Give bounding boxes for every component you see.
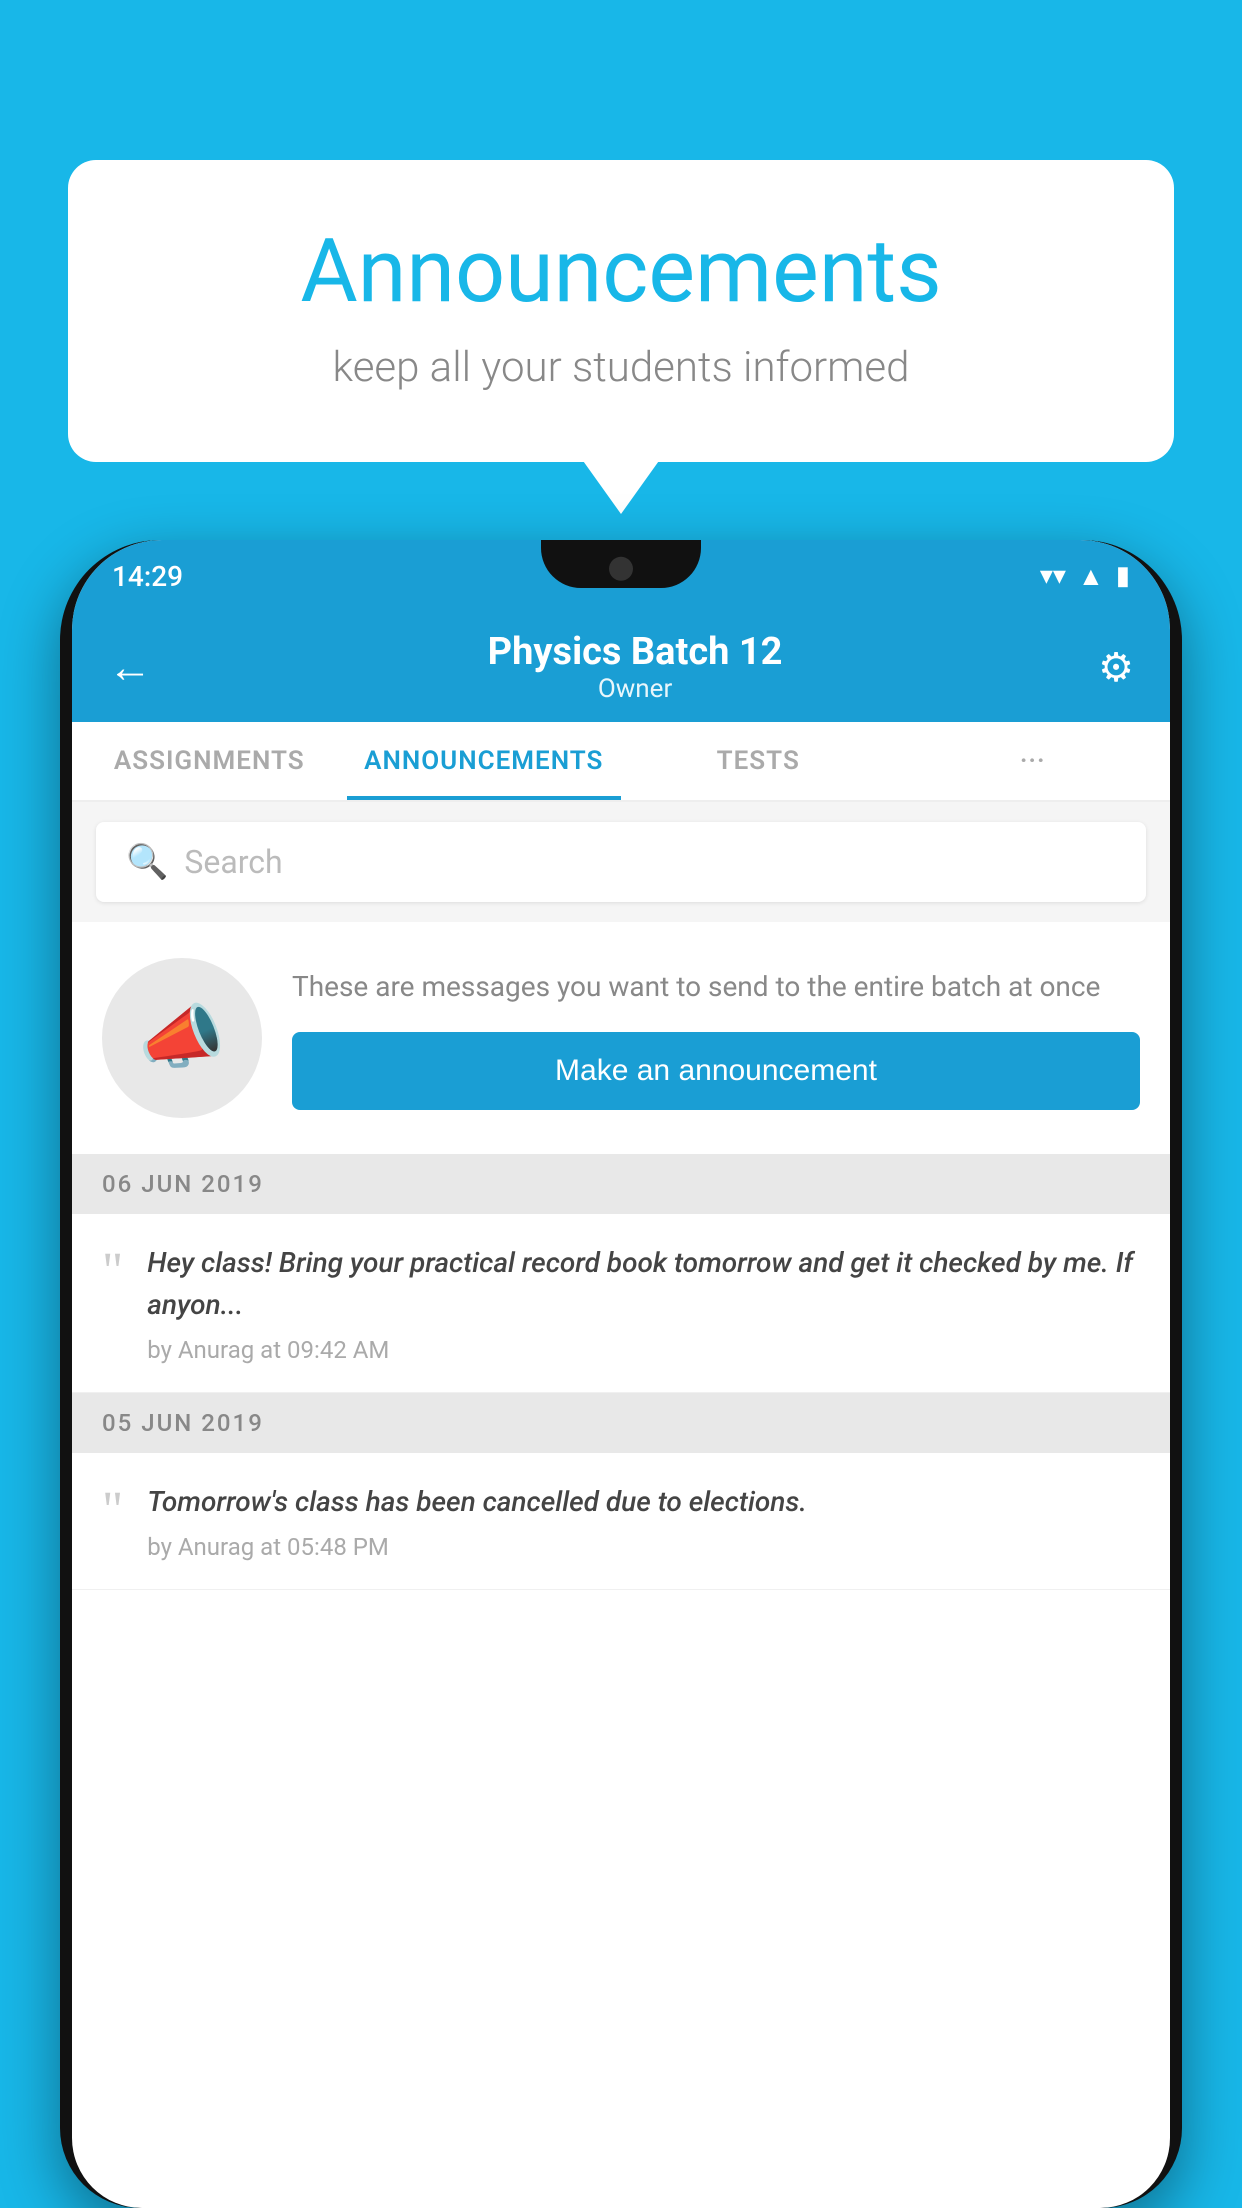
search-icon: 🔍 xyxy=(126,842,168,882)
announcement-author-2: by Anurag at 05:48 PM xyxy=(147,1533,1140,1561)
phone-inner: 14:29 ▾▾ ▲ ▮ ← Physics Batch 12 Owner ⚙ … xyxy=(72,540,1170,2208)
announcement-content-2: Tomorrow's class has been cancelled due … xyxy=(147,1481,1140,1561)
speech-bubble-title: Announcements xyxy=(148,220,1094,323)
status-icons: ▾▾ ▲ ▮ xyxy=(1040,561,1130,592)
tab-more[interactable]: ··· xyxy=(896,722,1171,800)
app-bar-title: Physics Batch 12 xyxy=(172,630,1098,674)
status-time: 14:29 xyxy=(112,560,183,593)
announcement-text-2: Tomorrow's class has been cancelled due … xyxy=(147,1481,1140,1523)
camera xyxy=(609,557,633,581)
announcement-item-1[interactable]: " Hey class! Bring your practical record… xyxy=(72,1214,1170,1393)
app-bar-subtitle: Owner xyxy=(172,674,1098,704)
tab-announcements[interactable]: ANNOUNCEMENTS xyxy=(347,722,622,800)
tab-assignments[interactable]: ASSIGNMENTS xyxy=(72,722,347,800)
back-button[interactable]: ← xyxy=(108,641,152,693)
speech-bubble: Announcements keep all your students inf… xyxy=(68,160,1174,462)
tabs: ASSIGNMENTS ANNOUNCEMENTS TESTS ··· xyxy=(72,722,1170,802)
quote-icon-2: " xyxy=(102,1485,123,1537)
speech-bubble-subtitle: keep all your students informed xyxy=(148,343,1094,392)
promo-content: These are messages you want to send to t… xyxy=(292,966,1140,1110)
promo-card: 📣 These are messages you want to send to… xyxy=(72,922,1170,1154)
app-bar-title-area: Physics Batch 12 Owner xyxy=(172,630,1098,704)
date-separator-2: 05 JUN 2019 xyxy=(72,1393,1170,1453)
speech-bubble-container: Announcements keep all your students inf… xyxy=(68,160,1174,462)
phone-frame: 14:29 ▾▾ ▲ ▮ ← Physics Batch 12 Owner ⚙ … xyxy=(60,540,1182,2208)
promo-icon-circle: 📣 xyxy=(102,958,262,1118)
date-separator-1: 06 JUN 2019 xyxy=(72,1154,1170,1214)
announcement-text-1: Hey class! Bring your practical record b… xyxy=(147,1242,1140,1326)
megaphone-icon: 📣 xyxy=(138,997,225,1079)
announcement-author-1: by Anurag at 09:42 AM xyxy=(147,1336,1140,1364)
tab-tests[interactable]: TESTS xyxy=(621,722,896,800)
search-placeholder: Search xyxy=(184,843,282,881)
promo-description: These are messages you want to send to t… xyxy=(292,966,1140,1008)
make-announcement-button[interactable]: Make an announcement xyxy=(292,1032,1140,1110)
notch xyxy=(541,540,701,588)
battery-icon: ▮ xyxy=(1116,561,1130,591)
app-bar: ← Physics Batch 12 Owner ⚙ xyxy=(72,612,1170,722)
status-bar: 14:29 ▾▾ ▲ ▮ xyxy=(72,540,1170,612)
settings-icon[interactable]: ⚙ xyxy=(1098,644,1134,691)
search-bar[interactable]: 🔍 Search xyxy=(96,822,1146,902)
announcement-content-1: Hey class! Bring your practical record b… xyxy=(147,1242,1140,1364)
announcement-item-2[interactable]: " Tomorrow's class has been cancelled du… xyxy=(72,1453,1170,1590)
signal-icon: ▲ xyxy=(1078,561,1104,592)
content-area: 🔍 Search 📣 These are messages you want t… xyxy=(72,802,1170,1590)
quote-icon-1: " xyxy=(102,1246,123,1298)
wifi-icon: ▾▾ xyxy=(1040,561,1066,591)
